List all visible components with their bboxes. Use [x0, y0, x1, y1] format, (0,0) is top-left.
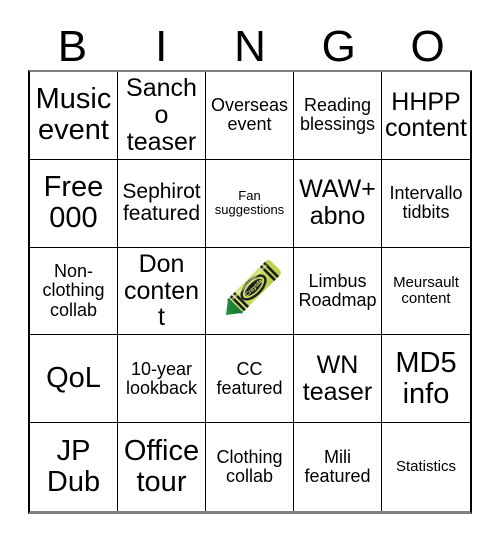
bingo-cell-i1[interactable]: Sancho teaser	[118, 72, 206, 160]
bingo-cell-i3[interactable]: Don content	[118, 247, 206, 336]
bingo-cell-label: Reading blessings	[299, 95, 376, 135]
bingo-cell-g3[interactable]: Limbus Roadmap	[294, 247, 382, 336]
bingo-cell-i2[interactable]: Sephirot featured	[118, 159, 206, 248]
bingo-cell-label: JP Dub	[46, 435, 101, 499]
bingo-card: B I N G O Music event Sancho teaser Over…	[0, 0, 500, 544]
bingo-cell-label: Don content	[123, 249, 200, 332]
bingo-cell-label: CC featured	[216, 358, 283, 398]
bingo-cell-label: Statistics	[395, 458, 456, 476]
bingo-cell-label: Limbus Roadmap	[298, 270, 377, 310]
bingo-header-letter-o: O	[410, 22, 445, 71]
bingo-cell-i5[interactable]: Office tour	[118, 423, 206, 511]
bingo-header-letter-b: B	[57, 22, 88, 71]
bingo-cell-label: Sephirot featured	[122, 179, 201, 226]
bingo-cell-b1[interactable]: Music event	[30, 72, 118, 160]
bingo-cell-b4[interactable]: QoL	[30, 335, 118, 424]
bingo-cell-o2[interactable]: Intervallo tidbits	[382, 159, 470, 248]
bingo-cell-label: Sancho teaser	[126, 74, 197, 156]
bingo-cell-o1[interactable]: HHPP content	[382, 72, 470, 160]
bingo-grid: Music event Sancho teaser Overseas event…	[28, 70, 472, 514]
bingo-cell-o3[interactable]: Meursault content	[382, 247, 470, 336]
bingo-cell-n5[interactable]: Clothing collab	[206, 423, 294, 511]
bingo-cell-label: Clothing collab	[216, 446, 283, 487]
bingo-header-letter-i: I	[155, 22, 168, 71]
bingo-header: B I N G O	[28, 18, 472, 70]
bingo-cell-o4[interactable]: MD5 info	[382, 335, 470, 424]
bingo-cell-label: Fan suggestions	[214, 188, 285, 218]
bingo-cell-label: Mili featured	[304, 446, 371, 487]
bingo-header-letter-g: G	[321, 22, 356, 71]
bingo-cell-b5[interactable]: JP Dub	[30, 423, 118, 511]
bingo-cell-i4[interactable]: 10-year lookback	[118, 335, 206, 424]
bingo-cell-label: Meursault content	[393, 273, 459, 307]
bingo-cell-n4[interactable]: CC featured	[206, 335, 294, 424]
bingo-cell-label: WN teaser	[302, 351, 373, 406]
bingo-cell-label: Non- clothing collab	[42, 261, 105, 320]
bingo-cell-free-space[interactable]: Crayola	[206, 247, 294, 336]
bingo-cell-label: MD5 info	[395, 346, 457, 410]
bingo-cell-label: Music event	[35, 83, 112, 147]
bingo-cell-g5[interactable]: Mili featured	[294, 423, 382, 511]
bingo-cell-b3[interactable]: Non- clothing collab	[30, 247, 118, 336]
bingo-cell-o5[interactable]: Statistics	[382, 423, 470, 511]
bingo-cell-g4[interactable]: WN teaser	[294, 335, 382, 424]
bingo-cell-label: QoL	[46, 362, 101, 395]
bingo-cell-g1[interactable]: Reading blessings	[294, 72, 382, 160]
bingo-cell-label: Office tour	[123, 435, 200, 499]
bingo-cell-label: WAW+ abno	[299, 175, 376, 231]
bingo-cell-label: Overseas event	[210, 95, 289, 135]
bingo-cell-label: HHPP content	[385, 87, 468, 143]
bingo-cell-label: Intervallo tidbits	[389, 182, 463, 223]
crayola-crayon-green-icon: Crayola	[206, 248, 293, 335]
bingo-cell-label: Free 000	[43, 171, 104, 235]
bingo-cell-n1[interactable]: Overseas event	[206, 72, 294, 160]
bingo-cell-g2[interactable]: WAW+ abno	[294, 159, 382, 248]
bingo-cell-n2[interactable]: Fan suggestions	[206, 159, 294, 248]
bingo-cell-b2[interactable]: Free 000	[30, 159, 118, 248]
bingo-header-letter-n: N	[234, 22, 266, 71]
bingo-cell-label: 10-year lookback	[125, 358, 198, 398]
